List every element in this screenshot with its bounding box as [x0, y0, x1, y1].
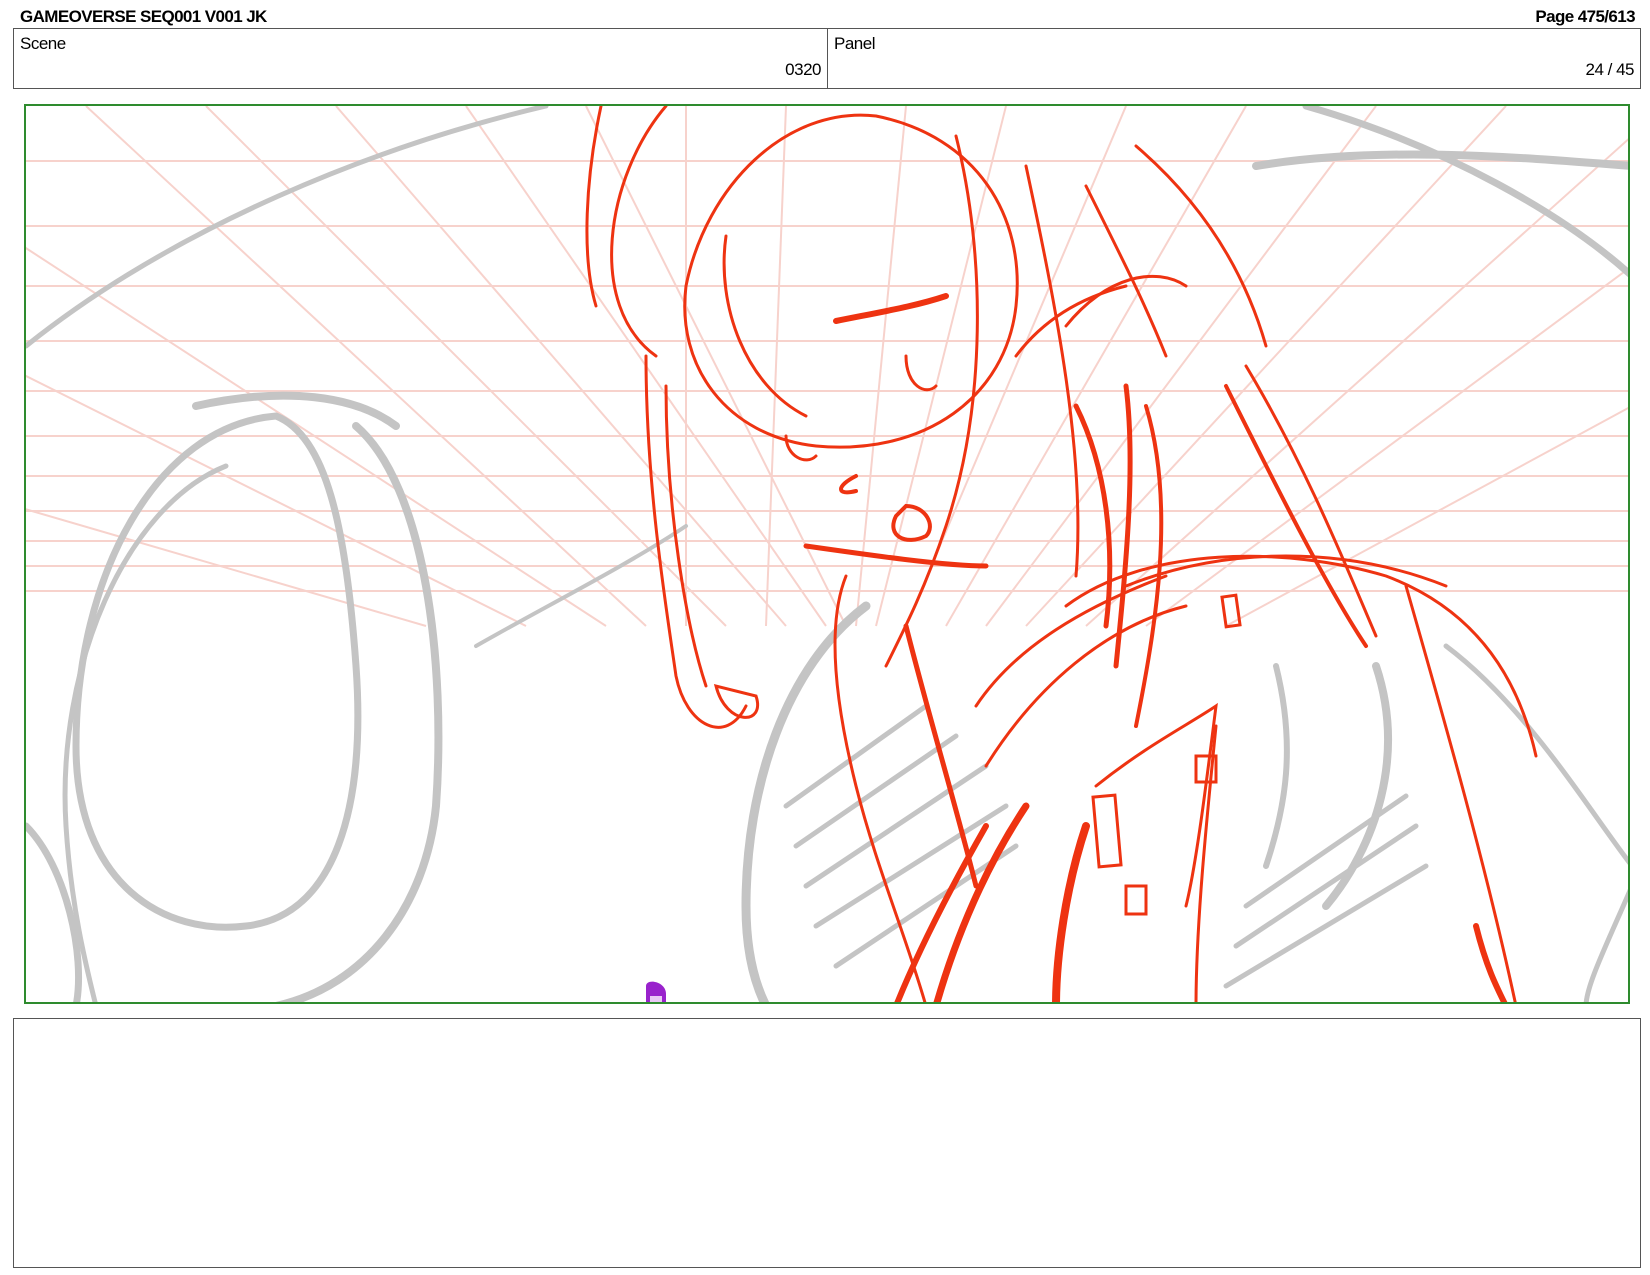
panel-label: Panel — [834, 34, 875, 53]
character-sketch — [585, 106, 1538, 1002]
panel-value: 24 / 45 — [1585, 60, 1635, 79]
scene-cell: Scene 0320 — [14, 29, 828, 88]
scene-label: Scene — [20, 34, 66, 53]
storyboard-sketch — [26, 106, 1628, 1002]
page-number: Page 475/613 — [1535, 7, 1635, 26]
background-sketch — [26, 106, 1628, 1002]
storyboard-panel — [24, 104, 1630, 1004]
notes-area — [13, 1018, 1641, 1268]
scene-panel-info: Scene 0320 Panel 24 / 45 — [13, 28, 1641, 89]
document-title: GAMEOVERSE SEQ001 V001 JK — [20, 7, 267, 26]
panel-cell: Panel 24 / 45 — [828, 29, 1640, 88]
scene-value: 0320 — [785, 60, 821, 79]
